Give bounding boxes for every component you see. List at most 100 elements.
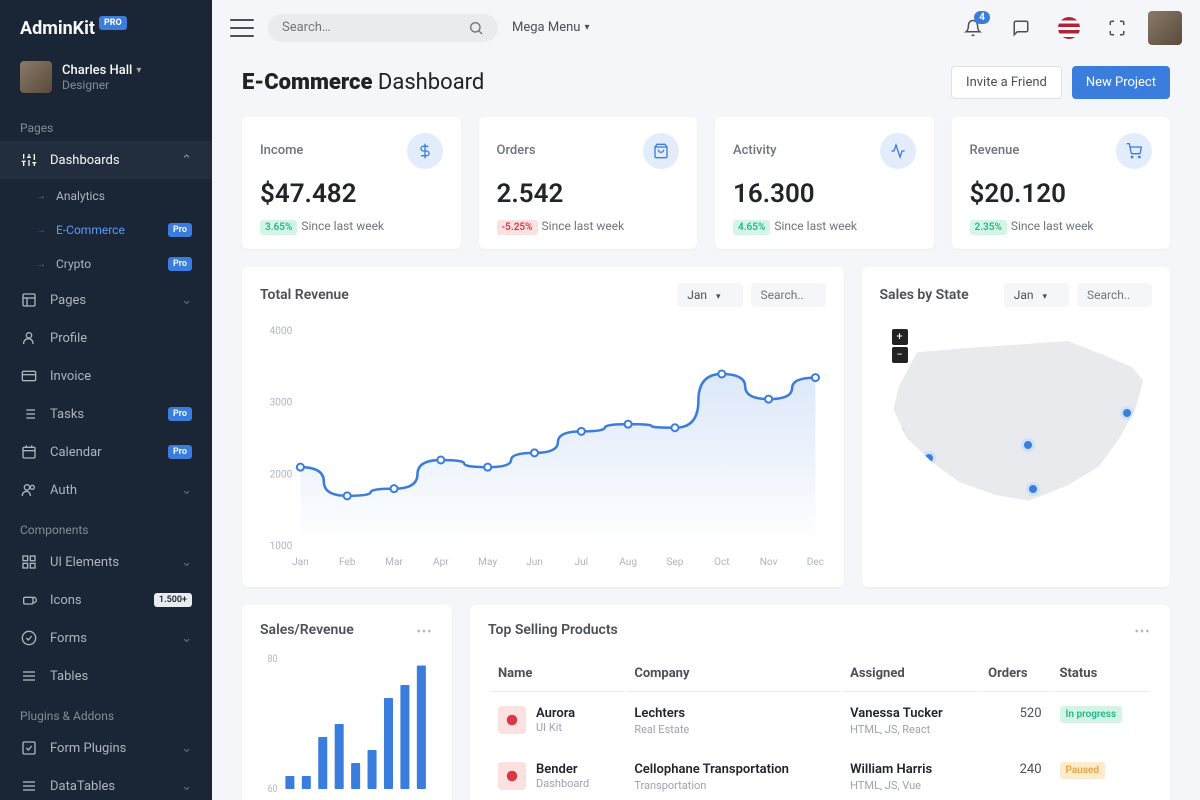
notif-badge: 4 [974, 11, 990, 24]
nav-tables[interactable]: Tables [0, 657, 212, 695]
nav-form-plugins[interactable]: Form Plugins⌄ [0, 729, 212, 767]
nav-profile[interactable]: Profile [0, 319, 212, 357]
nav-forms[interactable]: Forms⌄ [0, 619, 212, 657]
dollar-icon [407, 133, 443, 169]
cart-icon [1116, 133, 1152, 169]
nav-ui-elements[interactable]: UI Elements⌄ [0, 543, 212, 581]
mega-menu-button[interactable]: Mega Menu ▾ [512, 20, 589, 35]
menu-toggle-button[interactable] [230, 19, 254, 37]
svg-text:Jan: Jan [292, 557, 309, 568]
table-row[interactable]: AuroraUI Kit LechtersReal Estate Vanessa… [490, 694, 1150, 748]
user-block[interactable]: Charles Hall ▾ Designer [0, 53, 212, 107]
svg-text:Sep: Sep [666, 557, 683, 568]
flag-icon [1058, 17, 1080, 39]
assigned-sub: HTML, JS, Vue [850, 779, 970, 792]
table-row[interactable]: BenderDashboard Cellophane Transportatio… [490, 750, 1150, 800]
notifications-button[interactable]: 4 [956, 11, 990, 45]
more-icon[interactable]: ⋯ [1134, 621, 1152, 640]
svg-text:Jun: Jun [526, 557, 543, 568]
stats-row: Income $47.482 3.65%Since last weekOrder… [242, 117, 1170, 249]
nav-datatables[interactable]: DataTables⌄ [0, 767, 212, 800]
icons-count-badge: 1.500+ [154, 593, 192, 607]
svg-text:May: May [478, 557, 497, 568]
topbar: Mega Menu ▾ 4 [212, 0, 1200, 56]
stat-delta: 2.35%Since last week [970, 219, 1153, 233]
stat-value: 2.542 [497, 179, 680, 209]
pro-badge: Pro [168, 257, 192, 271]
layout-icon [20, 291, 38, 309]
activity-icon [880, 133, 916, 169]
stat-label: Activity [733, 143, 777, 158]
invite-button[interactable]: Invite a Friend [951, 66, 1062, 99]
card-search-input[interactable] [751, 283, 826, 307]
sidebar: AdminKit PRO Charles Hall ▾ Designer Pag… [0, 0, 212, 800]
company-sub: Transportation [634, 779, 832, 792]
svg-text:Feb: Feb [339, 557, 356, 568]
stat-value: 16.300 [733, 179, 916, 209]
svg-text:Apr: Apr [433, 557, 449, 568]
search-input[interactable] [282, 20, 468, 35]
nav-icons[interactable]: Icons1.500+ [0, 581, 212, 619]
coffee-icon [20, 591, 38, 609]
bar-chart: 6080 [260, 654, 434, 794]
svg-text:2000: 2000 [270, 469, 293, 480]
nav-calendar[interactable]: CalendarPro [0, 433, 212, 471]
zoom-in-button[interactable]: + [892, 329, 908, 345]
brand[interactable]: AdminKit PRO [0, 0, 212, 53]
card-search-input[interactable] [1077, 283, 1152, 307]
svg-text:Mar: Mar [385, 557, 403, 568]
more-icon[interactable]: ⋯ [416, 621, 434, 640]
fullscreen-button[interactable] [1100, 11, 1134, 45]
stat-card: Revenue $20.120 2.35%Since last week [952, 117, 1171, 249]
product-name: Bender [536, 762, 589, 777]
nav-crypto[interactable]: →CryptoPro [0, 247, 212, 281]
map-marker[interactable] [1021, 438, 1035, 452]
chevron-down-icon: ⌄ [181, 631, 192, 646]
th-company: Company [626, 656, 840, 692]
pro-badge: Pro [168, 445, 192, 459]
status-badge: Paused [1060, 762, 1105, 779]
user-name: Charles Hall ▾ [62, 63, 141, 78]
top-products-card: Top Selling Products ⋯ Name Company Assi… [470, 605, 1170, 800]
section-pages: Pages [0, 107, 212, 141]
nav-invoice[interactable]: Invoice [0, 357, 212, 395]
stat-delta: -5.25%Since last week [497, 219, 680, 233]
map-marker[interactable] [1120, 406, 1134, 420]
new-project-button[interactable]: New Project [1072, 66, 1170, 99]
bag-icon [643, 133, 679, 169]
svg-text:4000: 4000 [270, 326, 293, 337]
svg-text:1000: 1000 [270, 541, 293, 552]
nav-ecommerce[interactable]: →E-CommercePro [0, 213, 212, 247]
assigned-sub: HTML, JS, React [850, 723, 970, 736]
check-square-icon [20, 739, 38, 757]
product-icon [498, 706, 526, 734]
products-table: Name Company Assigned Orders Status Auro… [488, 654, 1152, 800]
map-marker[interactable] [891, 425, 905, 439]
revenue-chart: 1000200030004000JanFebMarAprMayJunJulAug… [260, 321, 826, 571]
grid-icon [20, 553, 38, 571]
month-select[interactable]: Jan ▾ [677, 283, 742, 307]
language-button[interactable] [1052, 11, 1086, 45]
user-avatar-button[interactable] [1148, 11, 1182, 45]
nav-dashboards[interactable]: Dashboards ⌃ [0, 141, 212, 179]
search-box[interactable] [268, 14, 498, 42]
month-select[interactable]: Jan ▾ [1004, 283, 1069, 307]
svg-text:Nov: Nov [760, 557, 778, 568]
avatar [20, 61, 52, 93]
chevron-down-icon: ▾ [716, 292, 721, 302]
map-marker[interactable] [1026, 482, 1040, 496]
section-plugins: Plugins & Addons [0, 695, 212, 729]
nav-tasks[interactable]: TasksPro [0, 395, 212, 433]
map-marker[interactable] [922, 451, 936, 465]
user-role: Designer [62, 78, 141, 92]
messages-button[interactable] [1004, 11, 1038, 45]
zoom-out-button[interactable]: − [892, 347, 908, 363]
nav-auth[interactable]: Auth⌄ [0, 471, 212, 509]
product-icon [498, 762, 526, 790]
chevron-down-icon: ⌄ [181, 293, 192, 308]
svg-text:80: 80 [268, 654, 278, 665]
nav-analytics[interactable]: →Analytics [0, 179, 212, 213]
company-name: Cellophane Transportation [634, 762, 832, 777]
chevron-down-icon: ⌄ [181, 779, 192, 794]
nav-pages[interactable]: Pages⌄ [0, 281, 212, 319]
